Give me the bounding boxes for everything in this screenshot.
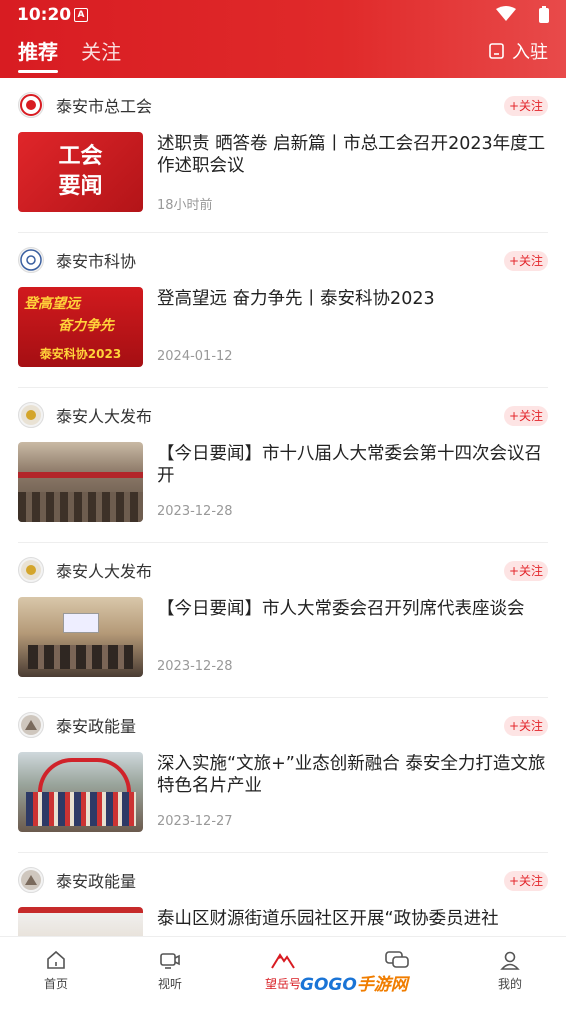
battery-icon xyxy=(539,6,549,23)
avatar xyxy=(18,92,44,118)
source-name: 泰安政能量 xyxy=(56,717,137,736)
thumb-text-line1: 登高望远 xyxy=(24,296,80,312)
source-row[interactable]: 泰安市科协 xyxy=(18,247,136,273)
source-row[interactable]: 泰安人大发布 xyxy=(18,402,152,428)
news-title[interactable]: 泰山区财源街道乐园社区开展“政协委员进社 xyxy=(157,908,547,930)
source-row[interactable]: 泰安政能量 xyxy=(18,712,136,738)
news-time: 18小时前 xyxy=(157,198,213,213)
follow-button[interactable]: +关注 xyxy=(504,251,548,271)
follow-button[interactable]: +关注 xyxy=(504,406,548,426)
thumb-text-line2: 奋力争先 xyxy=(58,318,114,334)
tab-follow[interactable]: 关注 xyxy=(81,36,121,71)
source-name: 泰安人大发布 xyxy=(56,562,153,581)
list-item[interactable]: 泰安人大发布 +关注 【今日要闻】市人大常委会召开列席代表座谈会 2023-12… xyxy=(18,543,548,698)
source-row[interactable]: 泰安人大发布 xyxy=(18,557,152,583)
home-icon xyxy=(47,950,65,969)
list-item[interactable]: 泰安市总工会 +关注 工会 要闻 述职责 晒答卷 启新篇丨市总工会召开2023年… xyxy=(18,78,548,233)
news-thumbnail[interactable] xyxy=(18,907,143,936)
list-item[interactable]: 泰安政能量 +关注 深入实施“文旅+”业态创新融合 泰安全力打造文旅特色名片产业… xyxy=(18,698,548,853)
tab-mine-label: 我的 xyxy=(497,977,522,991)
news-title[interactable]: 【今日要闻】市人大常委会召开列席代表座谈会 xyxy=(157,598,547,620)
watermark-main: GOGO xyxy=(300,975,357,995)
follow-button[interactable]: +关注 xyxy=(504,716,548,736)
avatar xyxy=(18,867,44,893)
source-row[interactable]: 泰安市总工会 xyxy=(18,92,152,118)
thumb-text-line3: 泰安科协2023 xyxy=(39,347,122,361)
news-thumbnail[interactable]: 登高望远 奋力争先 泰安科协2023 xyxy=(18,287,143,367)
news-thumbnail[interactable] xyxy=(18,442,143,522)
watermark-logo: GOGO手游网 xyxy=(300,970,408,995)
tab-recommend[interactable]: 推荐 xyxy=(18,36,58,73)
news-time: 2023-12-28 xyxy=(157,659,233,674)
mountain-icon xyxy=(271,953,295,969)
news-thumbnail[interactable] xyxy=(18,752,143,832)
watermark-sub: 手游网 xyxy=(356,975,408,995)
join-button[interactable]: 入驻 xyxy=(488,38,548,64)
source-name: 泰安政能量 xyxy=(56,872,137,891)
news-time: 2024-01-12 xyxy=(157,349,233,364)
news-thumbnail[interactable]: 工会 要闻 xyxy=(18,132,143,212)
news-title[interactable]: 述职责 晒答卷 启新篇丨市总工会召开2023年度工作述职会议 xyxy=(157,133,547,177)
status-bar: 10:20 A xyxy=(0,0,566,30)
chat-icon xyxy=(385,951,409,968)
list-item[interactable]: 泰安人大发布 +关注 【今日要闻】市十八届人大常委会第十四次会议召开 2023-… xyxy=(18,388,548,543)
wifi-icon xyxy=(496,6,516,21)
user-icon xyxy=(500,951,520,970)
follow-button[interactable]: +关注 xyxy=(504,871,548,891)
notification-a-icon: A xyxy=(74,8,88,22)
thumb-text-line2: 要闻 xyxy=(58,174,103,199)
source-name: 泰安人大发布 xyxy=(56,407,153,426)
top-header: 10:20 A 推荐 关注 入驻 xyxy=(0,0,566,78)
source-name: 泰安市科协 xyxy=(56,252,137,271)
top-tabs: 推荐 关注 xyxy=(18,36,139,73)
status-time: 10:20 xyxy=(17,5,72,25)
tab-video-label: 视听 xyxy=(157,977,182,991)
news-title[interactable]: 登高望远 奋力争先丨泰安科协2023 xyxy=(157,288,547,310)
follow-button[interactable]: +关注 xyxy=(504,561,548,581)
tab-mine[interactable]: 我的 xyxy=(470,945,550,992)
list-item[interactable]: 泰安市科协 +关注 登高望远 奋力争先 泰安科协2023 登高望远 奋力争先丨泰… xyxy=(18,233,548,388)
avatar xyxy=(18,557,44,583)
news-time: 2023-12-27 xyxy=(157,814,233,829)
news-title[interactable]: 【今日要闻】市十八届人大常委会第十四次会议召开 xyxy=(157,443,547,487)
news-title[interactable]: 深入实施“文旅+”业态创新融合 泰安全力打造文旅特色名片产业 xyxy=(157,753,547,797)
follow-button[interactable]: +关注 xyxy=(504,96,548,116)
avatar xyxy=(18,712,44,738)
join-label: 入驻 xyxy=(512,42,548,63)
thumb-text-line1: 工会 xyxy=(58,144,103,169)
source-row[interactable]: 泰安政能量 xyxy=(18,867,136,893)
list-item[interactable]: 泰安政能量 +关注 泰山区财源街道乐园社区开展“政协委员进社 xyxy=(18,853,548,936)
join-icon xyxy=(489,43,504,59)
bottom-tab-bar: 首页 视听 望岳号 我的 xyxy=(0,936,566,1009)
avatar xyxy=(18,247,44,273)
tab-home[interactable]: 首页 xyxy=(16,945,96,992)
feed-list: 泰安市总工会 +关注 工会 要闻 述职责 晒答卷 启新篇丨市总工会召开2023年… xyxy=(0,78,566,936)
tab-home-label: 首页 xyxy=(43,977,68,991)
news-time: 2023-12-28 xyxy=(157,504,233,519)
source-name: 泰安市总工会 xyxy=(56,97,153,116)
tab-video[interactable]: 视听 xyxy=(130,945,210,992)
avatar xyxy=(18,402,44,428)
video-icon xyxy=(160,953,180,969)
news-thumbnail[interactable] xyxy=(18,597,143,677)
